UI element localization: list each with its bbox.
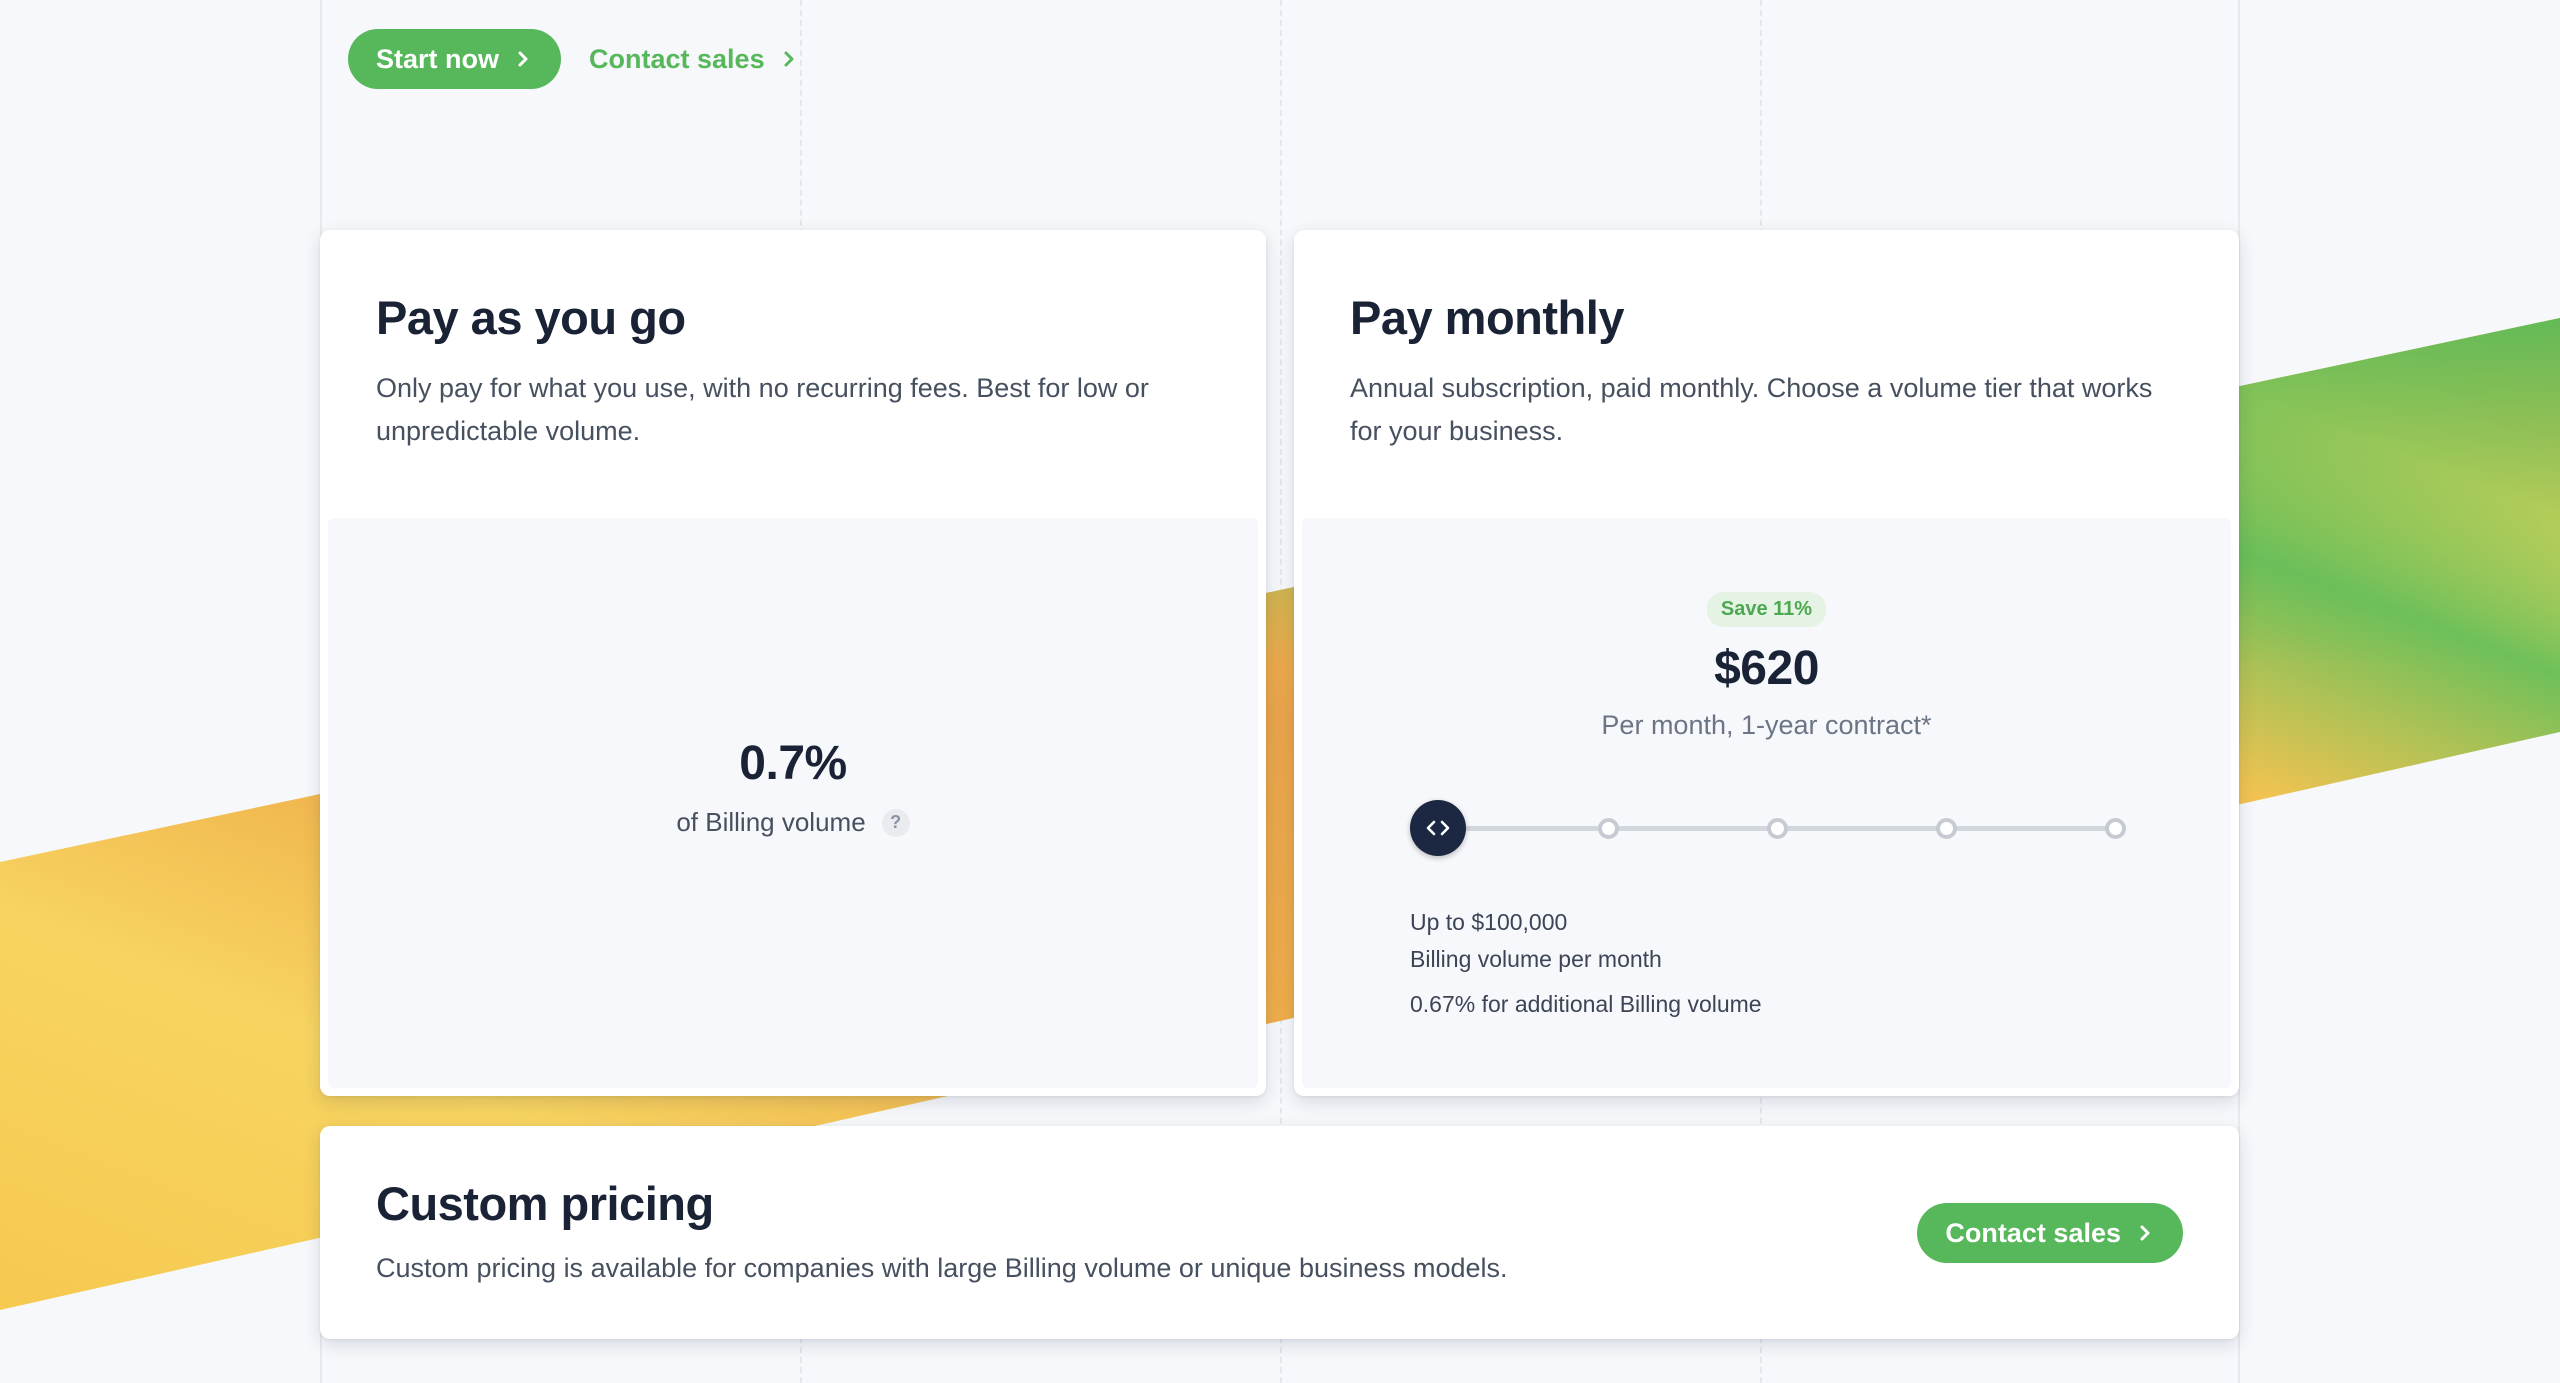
slider-stop[interactable] xyxy=(1598,818,1619,839)
chevron-right-icon xyxy=(784,51,794,67)
rate-panel: 0.7% of Billing volume ? xyxy=(328,518,1258,1088)
price-subtitle: Per month, 1-year contract* xyxy=(1601,710,1932,740)
start-now-button[interactable]: Start now xyxy=(348,29,562,89)
contact-sales-label: Contact sales xyxy=(1945,1217,2121,1248)
card-description: Only pay for what you use, with no recur… xyxy=(376,373,1149,446)
tier-details: Up to $100,000 Billing volume per month … xyxy=(1410,904,1762,1023)
contact-sales-label: Contact sales xyxy=(589,43,765,74)
rate-value: 0.7% xyxy=(739,737,847,790)
card-title: Pay as you go xyxy=(376,291,686,344)
card-title: Custom pricing xyxy=(376,1177,714,1230)
help-icon[interactable]: ? xyxy=(881,808,910,837)
contact-sales-button[interactable]: Contact sales xyxy=(1917,1203,2183,1263)
price-value: $620 xyxy=(1714,642,1819,695)
rate-label: of Billing volume xyxy=(676,807,866,837)
tier-limit: Up to $100,000 xyxy=(1410,909,1568,935)
tier-panel: Save 11% $620 Per month, 1-year contract… xyxy=(1302,518,2231,1088)
slider-handle[interactable] xyxy=(1410,800,1466,856)
slider-stop[interactable] xyxy=(1767,818,1788,839)
contact-sales-link[interactable]: Contact sales xyxy=(589,44,799,75)
custom-pricing-card: Custom pricing Custom pricing is availab… xyxy=(320,1126,2239,1339)
chevron-right-icon xyxy=(518,51,528,67)
slider-stop[interactable] xyxy=(2105,818,2126,839)
volume-tier-slider[interactable] xyxy=(1410,800,2126,856)
start-now-label: Start now xyxy=(376,43,500,74)
pay-as-you-go-card: Pay as you go Only pay for what you use,… xyxy=(320,230,1266,1096)
tier-extra-rate: 0.67% for additional Billing volume xyxy=(1410,991,1762,1017)
card-title: Pay monthly xyxy=(1350,291,1624,344)
card-description: Annual subscription, paid monthly. Choos… xyxy=(1350,373,2153,446)
chevron-right-icon xyxy=(2140,1225,2150,1241)
tier-unit: Billing volume per month xyxy=(1410,946,1662,972)
code-arrows-icon xyxy=(1426,820,1450,836)
slider-stop[interactable] xyxy=(1936,818,1957,839)
pay-monthly-card: Pay monthly Annual subscription, paid mo… xyxy=(1294,230,2239,1096)
card-description: Custom pricing is available for companie… xyxy=(376,1253,1508,1283)
save-badge: Save 11% xyxy=(1706,592,1827,627)
hero-actions: Start now Contact sales xyxy=(348,29,799,89)
